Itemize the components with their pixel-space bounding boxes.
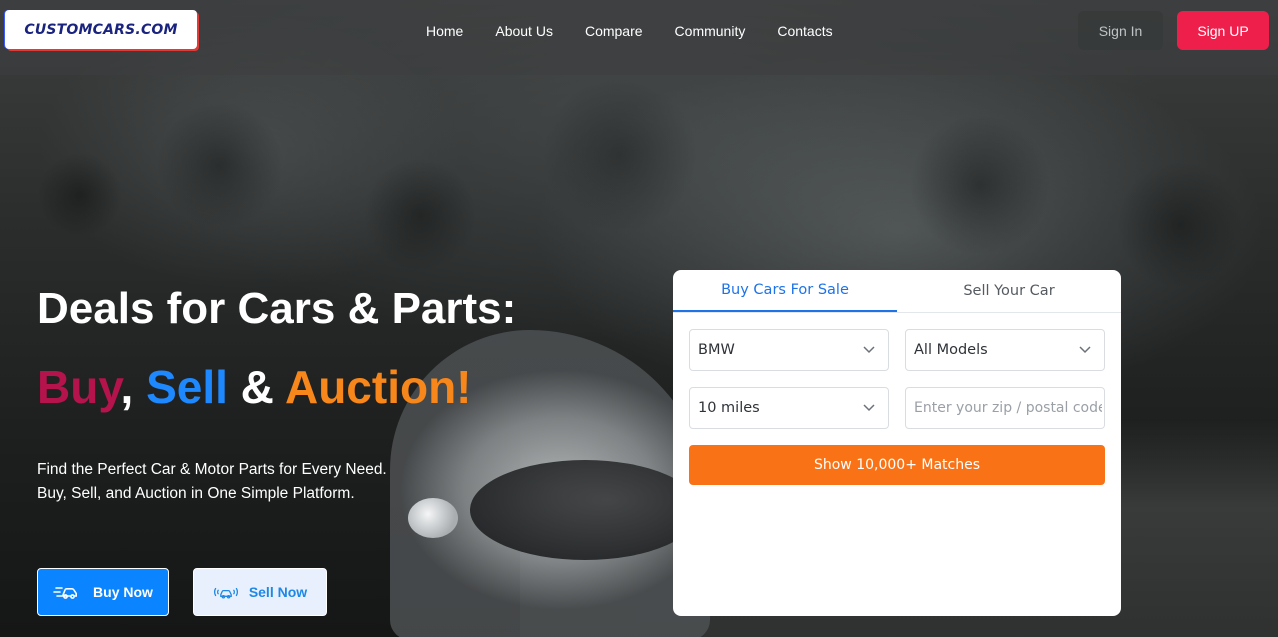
- chevron-down-icon: [863, 404, 875, 412]
- distance-select-value: 10 miles: [698, 400, 760, 416]
- car-search-card: Buy Cars For Sale Sell Your Car BMW All …: [673, 270, 1121, 616]
- hero-word-auction: Auction!: [284, 361, 472, 413]
- nav-item-community[interactable]: Community: [675, 22, 746, 40]
- nav-item-home[interactable]: Home: [426, 22, 463, 40]
- car-signal-icon: [213, 582, 239, 602]
- sell-now-button[interactable]: Sell Now: [193, 568, 327, 616]
- hero-word-buy: Buy: [37, 361, 121, 413]
- nav-item-about-us[interactable]: About Us: [495, 22, 553, 40]
- sell-now-label: Sell Now: [248, 584, 308, 600]
- chevron-down-icon: [863, 346, 875, 354]
- chevron-down-icon: [1079, 346, 1091, 354]
- make-select[interactable]: BMW: [689, 329, 889, 371]
- nav-item-compare[interactable]: Compare: [585, 22, 643, 40]
- distance-select[interactable]: 10 miles: [689, 387, 889, 429]
- show-matches-button[interactable]: Show 10,000+ Matches: [689, 445, 1105, 485]
- site-logo[interactable]: CUSTOMCARS.COM: [5, 10, 197, 49]
- hero-description-line-2: Buy, Sell, and Auction in One Simple Pla…: [37, 485, 355, 502]
- sign-up-button[interactable]: Sign UP: [1177, 11, 1269, 50]
- hero-car-headlight: [408, 498, 458, 538]
- hero-headline: Deals for Cars & Parts:: [37, 284, 517, 333]
- hero-subline: Buy, Sell & Auction!: [37, 360, 471, 414]
- model-select-value: All Models: [914, 342, 988, 358]
- buy-now-button[interactable]: Buy Now: [37, 568, 169, 616]
- car-speed-icon: [53, 582, 79, 602]
- zip-field-wrapper: [905, 387, 1105, 429]
- hero-ampersand: &: [227, 361, 285, 413]
- tab-sell-your-car[interactable]: Sell Your Car: [897, 270, 1121, 312]
- logo-text: CUSTOMCARS.COM: [24, 21, 178, 38]
- model-select[interactable]: All Models: [905, 329, 1105, 371]
- hero-description-line-1: Find the Perfect Car & Motor Parts for E…: [37, 461, 387, 478]
- buy-now-label: Buy Now: [93, 584, 153, 600]
- sign-in-button[interactable]: Sign In: [1078, 11, 1163, 50]
- search-tabs: Buy Cars For Sale Sell Your Car: [673, 270, 1121, 313]
- make-select-value: BMW: [698, 342, 735, 358]
- hero-car-hood: [470, 460, 700, 560]
- hero-comma: ,: [120, 361, 147, 413]
- hero-word-sell: Sell: [146, 361, 228, 413]
- main-nav: Home About Us Compare Community Contacts: [426, 22, 865, 40]
- nav-item-contacts[interactable]: Contacts: [777, 22, 832, 40]
- site-header: CUSTOMCARS.COM Home About Us Compare Com…: [0, 0, 1278, 75]
- hero-description: Find the Perfect Car & Motor Parts for E…: [37, 458, 387, 506]
- zip-input[interactable]: [914, 388, 1102, 428]
- tab-buy-cars-for-sale[interactable]: Buy Cars For Sale: [673, 270, 897, 312]
